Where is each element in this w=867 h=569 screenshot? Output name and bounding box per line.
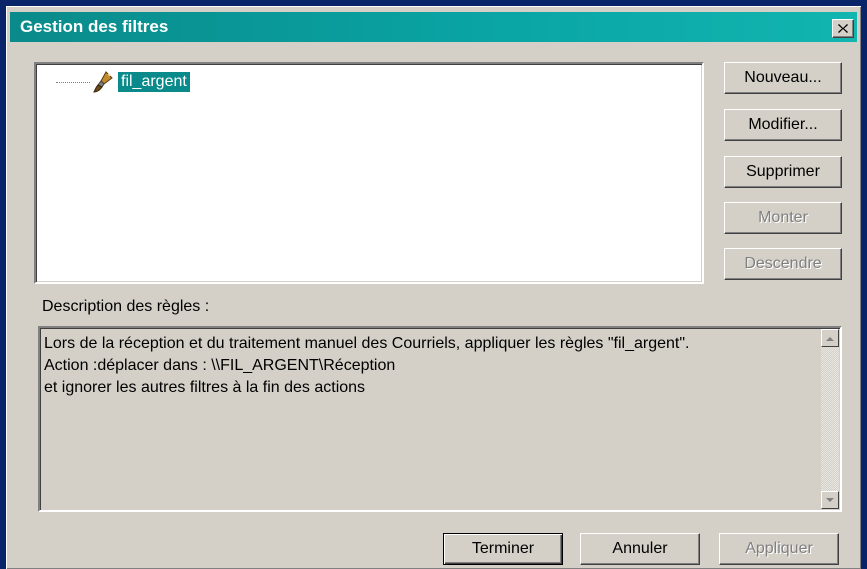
cancel-button[interactable]: Annuler: [580, 533, 700, 565]
close-button[interactable]: [832, 19, 854, 38]
scroll-up-button[interactable]: [821, 329, 839, 347]
rules-description-box[interactable]: Lors de la réception et du traitement ma…: [38, 326, 842, 512]
scroll-down-button[interactable]: [821, 491, 839, 509]
apply-button[interactable]: Appliquer: [719, 533, 839, 565]
move-up-button[interactable]: Monter: [724, 202, 842, 234]
close-icon: [838, 24, 848, 33]
title-bar[interactable]: Gestion des filtres: [10, 12, 857, 42]
edit-filter-button[interactable]: Modifier...: [724, 109, 842, 141]
paintbrush-icon: [93, 71, 113, 93]
rules-description-label: Description des règles :: [42, 298, 210, 315]
filter-item-label[interactable]: fil_argent: [118, 72, 190, 92]
vertical-scrollbar[interactable]: [821, 329, 839, 509]
filter-list[interactable]: fil_argent: [34, 62, 704, 284]
arrow-up-icon: [826, 336, 834, 341]
move-down-button[interactable]: Descendre: [724, 248, 842, 280]
new-filter-button[interactable]: Nouveau...: [724, 62, 842, 94]
window-title: Gestion des filtres: [20, 17, 169, 36]
filter-manager-dialog: Gestion des filtres fil_argent Nouveau..…: [6, 6, 861, 569]
rules-description-text: Lors de la réception et du traitement ma…: [44, 333, 814, 399]
description-line: Lors de la réception et du traitement ma…: [44, 335, 690, 352]
tree-connector-line: [56, 81, 90, 83]
arrow-down-icon: [826, 497, 834, 502]
description-line: et ignorer les autres filtres à la fin d…: [44, 379, 366, 396]
filter-item[interactable]: fil_argent: [56, 70, 190, 94]
description-line: Action :déplacer dans : \\FIL_ARGENT\Réc…: [44, 357, 396, 374]
finish-button[interactable]: Terminer: [443, 533, 563, 565]
delete-filter-button[interactable]: Supprimer: [724, 156, 842, 188]
